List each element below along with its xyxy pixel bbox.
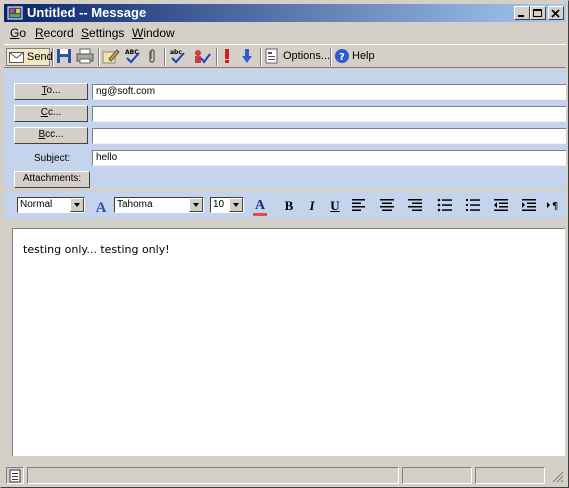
- bullets-button[interactable]: [436, 198, 454, 214]
- font-name-select[interactable]: Tahoma: [114, 197, 204, 213]
- maximize-button[interactable]: [530, 6, 546, 20]
- save-button[interactable]: [56, 48, 72, 66]
- status-panel-2: [402, 467, 472, 484]
- send-envelope-icon: [9, 52, 24, 63]
- help-icon: ?: [335, 49, 349, 63]
- menu-record[interactable]: Record: [35, 26, 74, 40]
- increase-indent-icon: [522, 199, 536, 211]
- paragraph-style-select[interactable]: Normal: [17, 197, 85, 213]
- resize-grip-icon[interactable]: [552, 471, 564, 483]
- title-bar[interactable]: Untitled -- Message: [4, 4, 566, 22]
- bold-button[interactable]: B: [280, 198, 298, 214]
- send-button[interactable]: Send: [6, 48, 53, 66]
- font-color-button[interactable]: A: [251, 198, 269, 216]
- window-title: Untitled -- Message: [27, 5, 147, 20]
- check-names-button[interactable]: [192, 48, 212, 66]
- exclamation-icon: [225, 49, 229, 63]
- status-panel-3: [475, 467, 545, 484]
- menu-bar: Go Record Settings Window: [4, 24, 566, 42]
- format-toolbar: Normal A Tahoma 10 A B I U ¶: [4, 192, 566, 219]
- toolbar-separator: [98, 48, 100, 66]
- chevron-down-icon: [70, 198, 84, 212]
- status-bar: [4, 465, 566, 485]
- menu-go[interactable]: Go: [10, 26, 26, 40]
- bcc-field[interactable]: [92, 128, 566, 144]
- subject-label: Subject:: [34, 153, 71, 164]
- document-status-icon: [9, 469, 21, 483]
- decrease-indent-button[interactable]: [492, 198, 510, 214]
- more-formatting-button[interactable]: ¶: [546, 198, 564, 214]
- attach-button[interactable]: [146, 48, 158, 66]
- chevron-down-icon: [189, 198, 203, 212]
- close-button[interactable]: [548, 6, 564, 20]
- to-field[interactable]: ng@soft.com: [92, 84, 566, 100]
- help-button[interactable]: ? Help: [334, 48, 375, 66]
- font-color-swatch: [253, 213, 267, 216]
- toolbar-separator: [216, 48, 218, 66]
- down-arrow-icon: [242, 49, 252, 63]
- printer-icon: [76, 48, 94, 64]
- italic-button[interactable]: I: [303, 198, 321, 214]
- svg-text:?: ?: [339, 52, 345, 63]
- numbered-list-icon: [466, 199, 480, 211]
- status-panel-icon: [6, 467, 24, 484]
- font-size-select[interactable]: 10: [210, 197, 244, 213]
- decrease-indent-icon: [494, 199, 508, 211]
- message-body-editor[interactable]: testing only... testing only!: [12, 228, 565, 456]
- floppy-icon: [57, 49, 71, 63]
- align-left-button[interactable]: [350, 198, 368, 214]
- app-icon[interactable]: [7, 5, 23, 21]
- svg-text:abc: abc: [170, 49, 182, 56]
- subject-field[interactable]: hello: [92, 150, 566, 166]
- font-icon: A: [95, 200, 107, 216]
- cc-field[interactable]: [92, 106, 566, 122]
- align-center-button[interactable]: [378, 198, 396, 214]
- spellcheck-button[interactable]: ABC: [124, 48, 142, 66]
- paperclip-icon: [149, 49, 155, 63]
- message-body-text: testing only... testing only!: [23, 243, 170, 256]
- cc-button[interactable]: Cc...: [14, 105, 88, 122]
- bulleted-list-icon: [437, 198, 452, 212]
- spellcheck-icon: ABC: [125, 49, 140, 64]
- edit-button[interactable]: [102, 48, 120, 66]
- paragraph-mark-icon: ¶: [547, 201, 558, 212]
- message-window: Untitled -- Message Go Record Settings W…: [0, 0, 569, 488]
- chevron-down-icon: [229, 198, 243, 212]
- toolbar-separator: [164, 48, 166, 66]
- person-check-icon: [195, 50, 211, 64]
- menu-window[interactable]: Window: [132, 26, 175, 40]
- high-priority-button[interactable]: [220, 48, 234, 66]
- attachments-button[interactable]: Attachments:: [14, 171, 90, 188]
- close-icon: [551, 9, 560, 18]
- underline-button[interactable]: U: [326, 198, 344, 214]
- increase-indent-button[interactable]: [520, 198, 538, 214]
- toolbar-separator: [52, 48, 54, 66]
- align-right-button[interactable]: [406, 198, 424, 214]
- toolbar: Send ABC abc Options... ? Help: [4, 44, 566, 68]
- to-button[interactable]: To...: [14, 83, 88, 100]
- thesaurus-button[interactable]: abc: [169, 48, 187, 66]
- minimize-button[interactable]: [514, 6, 530, 20]
- print-button[interactable]: [76, 48, 94, 66]
- bcc-button[interactable]: Bcc...: [14, 127, 88, 144]
- low-priority-button[interactable]: [240, 48, 254, 66]
- thesaurus-icon: abc: [170, 49, 185, 64]
- options-document-icon: [265, 48, 278, 64]
- align-left-icon: [352, 199, 365, 211]
- options-button[interactable]: Options...: [265, 48, 330, 66]
- pencil-note-icon: [102, 49, 120, 64]
- status-panel-main: [27, 467, 399, 484]
- align-right-icon: [408, 199, 422, 211]
- toolbar-separator: [260, 48, 262, 66]
- align-center-icon: [380, 199, 394, 211]
- numbering-button[interactable]: [464, 198, 482, 214]
- menu-settings[interactable]: Settings: [81, 26, 124, 40]
- minimize-icon: [518, 15, 524, 17]
- toolbar-separator: [330, 48, 332, 66]
- maximize-icon: [533, 9, 542, 17]
- address-header: To... ng@soft.com Cc... Bcc... Subject: …: [4, 69, 566, 189]
- svg-text:¶: ¶: [552, 201, 558, 212]
